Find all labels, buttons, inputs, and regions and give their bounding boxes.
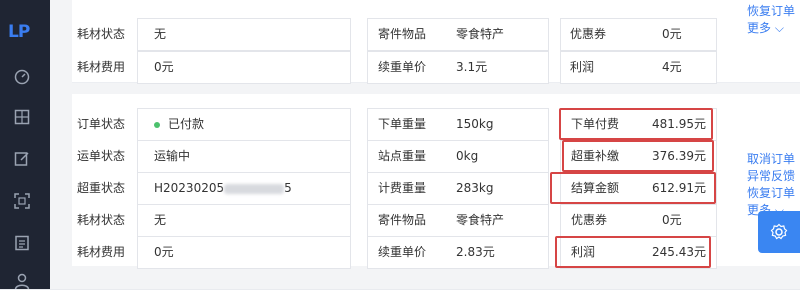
label-consumable-status: 耗材状态	[77, 27, 126, 41]
highlight-profit	[555, 236, 711, 268]
highlight-settlement-amount	[550, 172, 716, 204]
label-station-weight: 站点重量	[378, 149, 427, 163]
user-icon[interactable]	[13, 272, 31, 290]
grid-icon[interactable]	[13, 108, 31, 126]
document-icon[interactable]	[13, 234, 31, 252]
restore-order-link[interactable]: 恢复订单	[747, 3, 800, 20]
highlight-order-payment	[559, 108, 713, 140]
label-shipping-item: 寄件物品	[378, 27, 427, 41]
value-order-weight: 150kg	[456, 117, 494, 131]
value-consumable-status: 无	[154, 213, 167, 227]
label-order-status: 订单状态	[77, 117, 126, 131]
sidebar: LP	[0, 0, 50, 290]
label-coupon: 优惠券	[571, 213, 608, 227]
redacted-text	[224, 183, 285, 194]
label-waybill-status: 运单状态	[77, 149, 126, 163]
dashboard-icon[interactable]	[13, 68, 31, 86]
highlight-overweight-fee	[562, 140, 714, 172]
label-shipping-item: 寄件物品	[378, 213, 427, 227]
value-waybill-status: 运输中	[154, 149, 191, 163]
app-logo[interactable]: LP	[8, 22, 38, 44]
value-profit: 4元	[662, 60, 682, 74]
value-station-weight: 0kg	[456, 149, 479, 163]
value-extra-weight-price: 2.83元	[456, 245, 495, 259]
label-billing-weight: 计费重量	[378, 181, 427, 195]
label-extra-weight-price: 续重单价	[378, 245, 427, 259]
value-coupon: 0元	[662, 27, 682, 41]
label-consumable-status: 耗材状态	[77, 213, 126, 227]
order-card: 订单状态 已付款 下单重量 150kg 下单付费 481.95元 运单状态 运输…	[72, 94, 800, 269]
value-shipping-item: 零食特产	[456, 213, 505, 227]
label-profit: 利润	[570, 60, 595, 74]
order-actions-top: 恢复订单 更多 ⌵	[747, 3, 800, 37]
value-shipping-item: 零食特产	[456, 27, 505, 41]
edit-icon[interactable]	[13, 150, 31, 168]
label-consumable-fee: 耗材费用	[77, 60, 126, 74]
chevron-down-icon: ⌵	[774, 21, 784, 35]
label-overweight-status: 超重状态	[77, 181, 126, 195]
value-coupon: 0元	[662, 213, 682, 227]
value-order-status: 已付款	[154, 110, 204, 138]
settings-button[interactable]	[758, 211, 800, 253]
value-extra-weight-price: 3.1元	[456, 60, 488, 74]
value-consumable-fee: 0元	[154, 245, 174, 259]
more-dropdown[interactable]: 更多 ⌵	[747, 20, 800, 37]
status-dot	[154, 121, 160, 128]
label-extra-weight-price: 续重单价	[378, 60, 427, 74]
label-order-weight: 下单重量	[378, 117, 427, 131]
value-billing-weight: 283kg	[456, 181, 494, 195]
gear-icon	[770, 223, 788, 240]
restore-order-link[interactable]: 恢复订单	[747, 185, 800, 202]
label-coupon: 优惠券	[570, 27, 607, 41]
value-consumable-fee: 0元	[154, 60, 174, 74]
order-card-top: 耗材状态 无 寄件物品 零食特产 优惠券 0元 耗材费用 0元 续重单价 3.1…	[72, 0, 800, 84]
main-content: 耗材状态 无 寄件物品 零食特产 优惠券 0元 耗材费用 0元 续重单价 3.1…	[50, 0, 800, 289]
cancel-order-link[interactable]: 取消订单	[747, 151, 800, 168]
label-consumable-fee: 耗材费用	[77, 245, 126, 259]
order-actions: 取消订单 异常反馈 恢复订单 更多 ⌵	[747, 151, 800, 219]
scan-icon[interactable]	[13, 192, 31, 210]
value-consumable-status: 无	[154, 27, 167, 41]
value-overweight-status: H20230205 5	[154, 181, 292, 195]
exception-feedback-link[interactable]: 异常反馈	[747, 168, 800, 185]
